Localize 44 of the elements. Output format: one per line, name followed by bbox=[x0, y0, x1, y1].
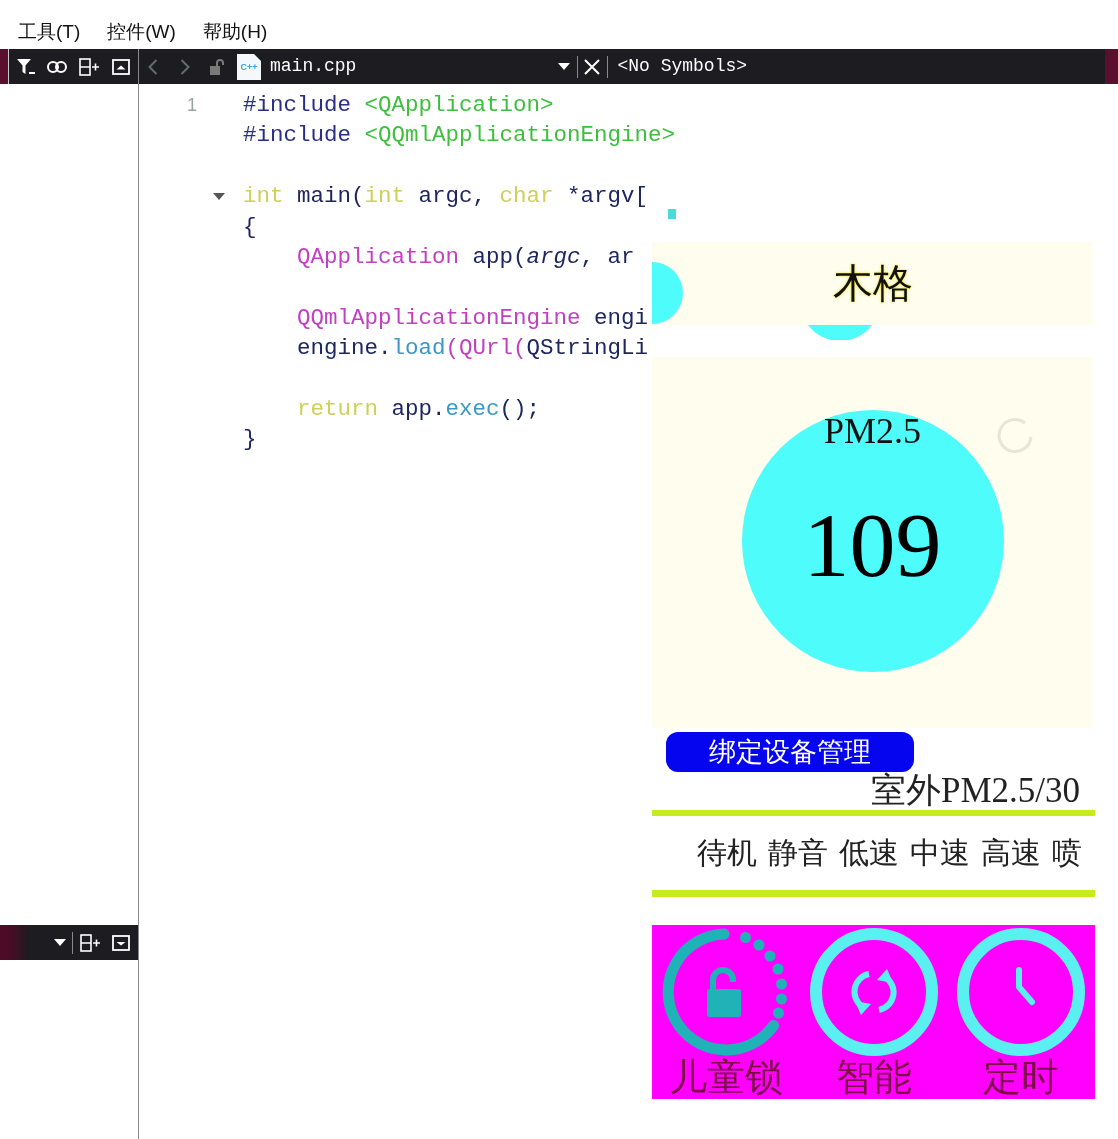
mode-option[interactable]: 高速 bbox=[981, 836, 1041, 870]
app-title: 木格 bbox=[832, 261, 913, 306]
code-line: int main(int argc, char *argv[ bbox=[243, 182, 649, 212]
split-add-icon[interactable] bbox=[80, 933, 100, 952]
code-line: engine.load(QUrl(QStringLi bbox=[297, 334, 649, 364]
menu-item[interactable]: 帮助(H) bbox=[202, 20, 268, 44]
bind-button[interactable]: 绑定设备管理 bbox=[666, 732, 914, 772]
window-icon[interactable] bbox=[112, 58, 130, 75]
file-icon: C++ bbox=[236, 53, 262, 80]
file-name[interactable]: main.cpp bbox=[270, 53, 357, 80]
code-line: } bbox=[243, 425, 257, 455]
mode-option[interactable]: 待机 bbox=[697, 836, 757, 870]
disc-segment-icon bbox=[808, 325, 872, 340]
split-add-icon[interactable] bbox=[79, 57, 99, 76]
symbols-dropdown[interactable]: <No Symbols> bbox=[617, 53, 748, 80]
menu-item[interactable]: 控件(W) bbox=[107, 20, 176, 44]
filter-icon[interactable] bbox=[17, 58, 35, 75]
control-label: 智能 bbox=[835, 1057, 912, 1097]
square-icon bbox=[668, 209, 676, 219]
menu-item[interactable]: 工具(T) bbox=[18, 20, 81, 44]
pm-label: PM2.5 bbox=[824, 412, 921, 450]
mode-option[interactable]: 喷 bbox=[1052, 836, 1082, 870]
code-line: QQmlApplicationEngine engi bbox=[297, 303, 649, 333]
code-line: QApplication app(argc, ar bbox=[297, 242, 635, 272]
mode-option[interactable]: 低速 bbox=[839, 836, 899, 870]
control-label: 定时 bbox=[983, 1057, 1060, 1097]
lock-icon[interactable] bbox=[210, 58, 224, 75]
close-icon[interactable] bbox=[584, 58, 601, 75]
mode-option[interactable]: 静音 bbox=[768, 836, 828, 870]
mode-option[interactable]: 中速 bbox=[910, 836, 970, 870]
line-number: 1 bbox=[187, 95, 197, 115]
link-icon[interactable] bbox=[47, 60, 67, 73]
code-line: { bbox=[243, 212, 257, 242]
control-label: 儿童锁 bbox=[668, 1057, 783, 1097]
pm-value: 109 bbox=[803, 497, 942, 593]
caret-icon[interactable] bbox=[558, 63, 571, 70]
code-line: return app.exec(); bbox=[297, 394, 541, 424]
caret-icon[interactable] bbox=[54, 939, 66, 946]
window-icon[interactable] bbox=[112, 934, 130, 951]
outdoor-reading: 室外PM2.5/30 bbox=[870, 772, 1080, 810]
ring-icon bbox=[995, 415, 1035, 455]
code-line: #include <QQmlApplicationEngine> bbox=[243, 121, 676, 151]
caret-icon[interactable] bbox=[213, 192, 225, 200]
code-line: #include <QApplication> bbox=[243, 91, 554, 120]
